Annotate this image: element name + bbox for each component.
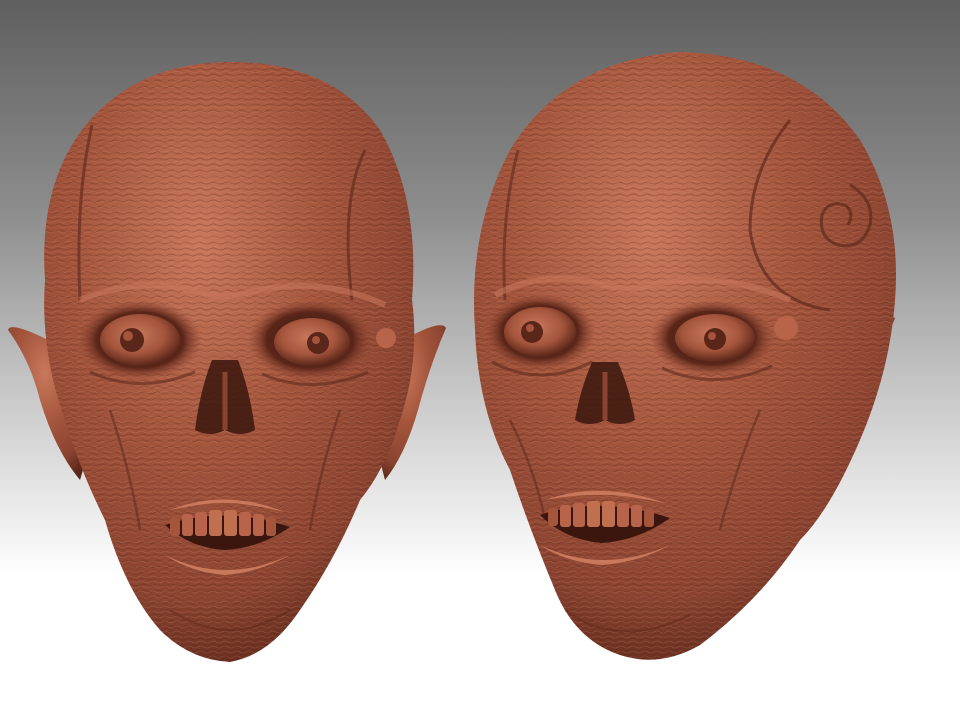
left-pupil	[120, 328, 144, 352]
render-viewport	[0, 0, 960, 720]
left-pupil	[521, 321, 543, 343]
temple-nodule	[774, 316, 798, 340]
right-pupil-center	[312, 336, 320, 344]
render-canvas	[0, 0, 960, 720]
right-pupil-center	[708, 332, 716, 340]
temple-nodule	[376, 328, 396, 348]
left-pupil-center	[123, 331, 133, 341]
right-pupil	[704, 328, 726, 350]
left-pupil-center	[526, 324, 534, 332]
